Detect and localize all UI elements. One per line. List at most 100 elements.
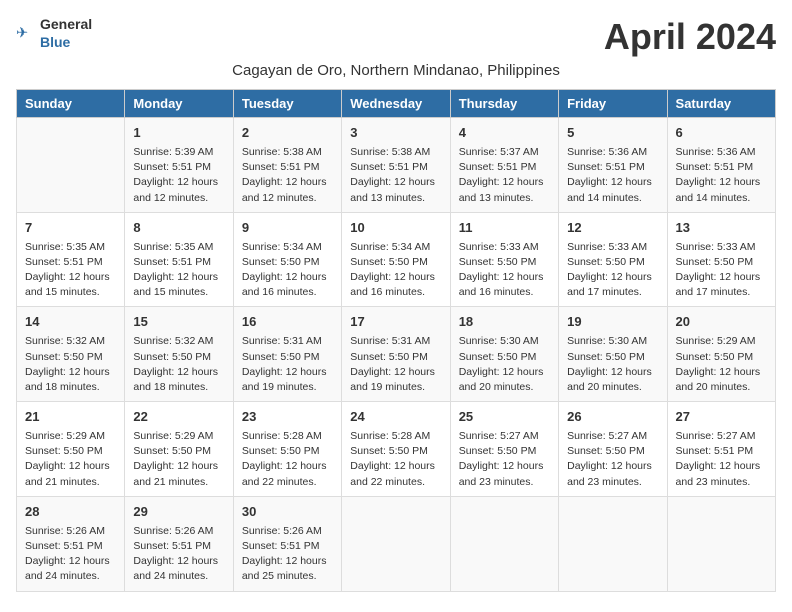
calendar-cell: 30Sunrise: 5:26 AM Sunset: 5:51 PM Dayli…	[233, 496, 341, 591]
calendar-table: SundayMondayTuesdayWednesdayThursdayFrid…	[16, 89, 776, 592]
col-header-sunday: Sunday	[17, 90, 125, 118]
logo-blue: Blue	[40, 34, 70, 50]
day-number: 4	[459, 124, 550, 143]
calendar-cell: 17 Sunrise: 5:31 AM Sunset: 5:50 PM Dayli…	[342, 307, 450, 402]
day-info: Sunrise: 5:38 AM Sunset: 5:51 PM Dayligh…	[242, 145, 333, 206]
day-number: 13	[676, 219, 767, 238]
logo: ✈ General Blue	[16, 16, 92, 52]
day-info: Sunrise: 5:26 AM Sunset: 5:51 PM Dayligh…	[242, 524, 333, 585]
day-number: 18	[459, 313, 550, 332]
day-number: 23	[242, 408, 333, 427]
calendar-cell: 14Sunrise: 5:32 AM Sunset: 5:50 PM Dayli…	[17, 307, 125, 402]
day-info: Sunrise: 5:28 AM Sunset: 5:50 PM Dayligh…	[350, 429, 441, 490]
calendar-week-row: 7 Sunrise: 5:35 AM Sunset: 5:51 PM Daylig…	[17, 212, 776, 307]
col-header-tuesday: Tuesday	[233, 90, 341, 118]
calendar-week-row: 21 Sunrise: 5:29 AM Sunset: 5:50 PM Dayli…	[17, 402, 776, 497]
day-number: 12	[567, 219, 658, 238]
day-number: 28	[25, 503, 116, 522]
calendar-cell: 29 Sunrise: 5:26 AM Sunset: 5:51 PM Dayli…	[125, 496, 233, 591]
calendar-body: 1Sunrise: 5:39 AM Sunset: 5:51 PM Daylig…	[17, 118, 776, 592]
calendar-cell: 26 Sunrise: 5:27 AM Sunset: 5:50 PM Dayli…	[559, 402, 667, 497]
calendar-cell	[17, 118, 125, 213]
col-header-friday: Friday	[559, 90, 667, 118]
day-info: Sunrise: 5:26 AM Sunset: 5:51 PM Dayligh…	[25, 524, 116, 585]
calendar-cell: 11 Sunrise: 5:33 AM Sunset: 5:50 PM Dayli…	[450, 212, 558, 307]
day-info: Sunrise: 5:33 AM Sunset: 5:50 PM Dayligh…	[567, 240, 658, 301]
day-info: Sunrise: 5:26 AM Sunset: 5:51 PM Dayligh…	[133, 524, 224, 585]
day-info: Sunrise: 5:27 AM Sunset: 5:50 PM Dayligh…	[459, 429, 550, 490]
svg-text:✈: ✈	[16, 25, 28, 41]
day-number: 11	[459, 219, 550, 238]
day-info: Sunrise: 5:36 AM Sunset: 5:51 PM Dayligh…	[676, 145, 767, 206]
day-info: Sunrise: 5:38 AM Sunset: 5:51 PM Dayligh…	[350, 145, 441, 206]
day-info: Sunrise: 5:30 AM Sunset: 5:50 PM Dayligh…	[459, 334, 550, 395]
col-header-monday: Monday	[125, 90, 233, 118]
day-info: Sunrise: 5:35 AM Sunset: 5:51 PM Dayligh…	[133, 240, 224, 301]
logo-icon: ✈	[16, 24, 36, 44]
day-info: Sunrise: 5:37 AM Sunset: 5:51 PM Dayligh…	[459, 145, 550, 206]
day-info: Sunrise: 5:27 AM Sunset: 5:50 PM Dayligh…	[567, 429, 658, 490]
day-info: Sunrise: 5:35 AM Sunset: 5:51 PM Dayligh…	[25, 240, 116, 301]
calendar-cell: 23Sunrise: 5:28 AM Sunset: 5:50 PM Dayli…	[233, 402, 341, 497]
calendar-cell: 5 Sunrise: 5:36 AM Sunset: 5:51 PM Daylig…	[559, 118, 667, 213]
calendar-cell: 8 Sunrise: 5:35 AM Sunset: 5:51 PM Daylig…	[125, 212, 233, 307]
calendar-cell: 20Sunrise: 5:29 AM Sunset: 5:50 PM Dayli…	[667, 307, 775, 402]
page-header: ✈ General Blue April 2024	[16, 16, 776, 58]
day-info: Sunrise: 5:32 AM Sunset: 5:50 PM Dayligh…	[133, 334, 224, 395]
calendar-cell: 13 Sunrise: 5:33 AM Sunset: 5:50 PM Dayli…	[667, 212, 775, 307]
day-number: 24	[350, 408, 441, 427]
day-number: 17	[350, 313, 441, 332]
day-info: Sunrise: 5:29 AM Sunset: 5:50 PM Dayligh…	[133, 429, 224, 490]
day-info: Sunrise: 5:33 AM Sunset: 5:50 PM Dayligh…	[676, 240, 767, 301]
day-info: Sunrise: 5:31 AM Sunset: 5:50 PM Dayligh…	[350, 334, 441, 395]
calendar-cell: 6 Sunrise: 5:36 AM Sunset: 5:51 PM Daylig…	[667, 118, 775, 213]
day-info: Sunrise: 5:33 AM Sunset: 5:50 PM Dayligh…	[459, 240, 550, 301]
calendar-cell: 2 Sunrise: 5:38 AM Sunset: 5:51 PM Daylig…	[233, 118, 341, 213]
calendar-cell	[342, 496, 450, 591]
page-subtitle: Cagayan de Oro, Northern Mindanao, Phili…	[16, 62, 776, 79]
col-header-thursday: Thursday	[450, 90, 558, 118]
calendar-cell: 4 Sunrise: 5:37 AM Sunset: 5:51 PM Daylig…	[450, 118, 558, 213]
calendar-cell: 1Sunrise: 5:39 AM Sunset: 5:51 PM Daylig…	[125, 118, 233, 213]
calendar-week-row: 14 Sunrise: 5:32 AM Sunset: 5:50 PM Dayli…	[17, 307, 776, 402]
calendar-cell: 10Sunrise: 5:34 AM Sunset: 5:50 PM Dayli…	[342, 212, 450, 307]
day-info: Sunrise: 5:34 AM Sunset: 5:50 PM Dayligh…	[350, 240, 441, 301]
day-number: 21	[25, 408, 116, 427]
day-number: 5	[567, 124, 658, 143]
day-number: 8	[133, 219, 224, 238]
logo-general: General	[40, 16, 92, 32]
page-title: April 2024	[604, 16, 776, 58]
day-number: 22	[133, 408, 224, 427]
day-number: 26	[567, 408, 658, 427]
calendar-cell	[667, 496, 775, 591]
day-number: 29	[133, 503, 224, 522]
day-number: 2	[242, 124, 333, 143]
calendar-cell: 12 Sunrise: 5:33 AM Sunset: 5:50 PM Dayli…	[559, 212, 667, 307]
day-info: Sunrise: 5:29 AM Sunset: 5:50 PM Dayligh…	[25, 429, 116, 490]
day-number: 9	[242, 219, 333, 238]
day-info: Sunrise: 5:30 AM Sunset: 5:50 PM Dayligh…	[567, 334, 658, 395]
day-number: 27	[676, 408, 767, 427]
day-number: 3	[350, 124, 441, 143]
calendar-cell: 21 Sunrise: 5:29 AM Sunset: 5:50 PM Dayli…	[17, 402, 125, 497]
day-info: Sunrise: 5:27 AM Sunset: 5:51 PM Dayligh…	[676, 429, 767, 490]
day-number: 19	[567, 313, 658, 332]
calendar-cell: 9 Sunrise: 5:34 AM Sunset: 5:50 PM Daylig…	[233, 212, 341, 307]
calendar-cell: 15Sunrise: 5:32 AM Sunset: 5:50 PM Dayli…	[125, 307, 233, 402]
calendar-cell: 25 Sunrise: 5:27 AM Sunset: 5:50 PM Dayli…	[450, 402, 558, 497]
day-number: 25	[459, 408, 550, 427]
day-number: 7	[25, 219, 116, 238]
day-info: Sunrise: 5:34 AM Sunset: 5:50 PM Dayligh…	[242, 240, 333, 301]
day-info: Sunrise: 5:36 AM Sunset: 5:51 PM Dayligh…	[567, 145, 658, 206]
day-number: 16	[242, 313, 333, 332]
calendar-week-row: 28 Sunrise: 5:26 AM Sunset: 5:51 PM Dayli…	[17, 496, 776, 591]
day-number: 6	[676, 124, 767, 143]
day-info: Sunrise: 5:29 AM Sunset: 5:50 PM Dayligh…	[676, 334, 767, 395]
calendar-cell: 7 Sunrise: 5:35 AM Sunset: 5:51 PM Daylig…	[17, 212, 125, 307]
calendar-cell: 16Sunrise: 5:31 AM Sunset: 5:50 PM Dayli…	[233, 307, 341, 402]
col-header-saturday: Saturday	[667, 90, 775, 118]
day-number: 14	[25, 313, 116, 332]
calendar-cell: 18 Sunrise: 5:30 AM Sunset: 5:50 PM Dayli…	[450, 307, 558, 402]
calendar-cell: 3 Sunrise: 5:38 AM Sunset: 5:51 PM Daylig…	[342, 118, 450, 213]
calendar-cell: 19 Sunrise: 5:30 AM Sunset: 5:50 PM Dayli…	[559, 307, 667, 402]
